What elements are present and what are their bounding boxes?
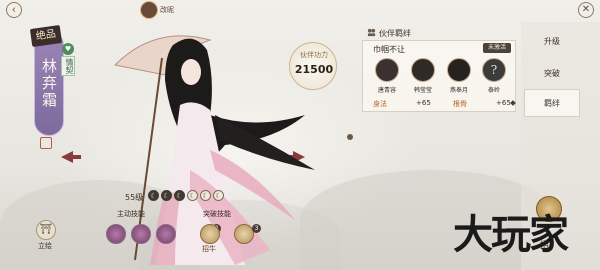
portrait-button[interactable]: ⛩ [36,220,56,240]
stat-name: 身法 [373,100,387,108]
unknown-member-icon[interactable]: ? [482,58,506,82]
breakthrough-count-badge: 3 [252,224,261,233]
active-skill-icon[interactable] [131,224,151,244]
character-name: 林弃霜 [40,58,58,109]
member-avatar[interactable] [447,58,471,82]
star-icon: ☾ [213,190,224,201]
star-icon: ☾ [200,190,211,201]
power-value: 21500 [294,63,334,76]
breakthrough-skill-label: 突破技能 [203,210,231,218]
member-name: 韩莹莹 [413,87,432,94]
previous-character-arrow-icon[interactable] [61,151,81,163]
active-skill-icon[interactable] [106,224,126,244]
member-avatar[interactable] [411,58,435,82]
top-bar: ‹ 改昵 ✕ [0,0,600,20]
bond-panel-title: 伙伴羁绊 [379,29,411,38]
close-button[interactable]: ✕ [578,2,594,18]
portrait-label: 立绘 [38,242,52,250]
star-icon: ☾ [148,190,159,201]
seal-icon [40,137,52,149]
bond-icon [367,28,376,37]
member-name: 泰岭 [487,87,500,94]
power-label: 伙伴功力 [300,51,328,59]
star-icon: ☾ [174,190,185,201]
stat-value: +65 [416,99,431,107]
bond-status-badge: 未激活 [483,43,511,53]
breakthrough-text: 招牛 [202,245,216,253]
player-avatar[interactable] [140,1,158,19]
scroll-indicator [347,134,353,140]
power-badge: 伙伴功力 21500 [289,42,337,90]
active-skill-label: 主动技能 [117,210,145,218]
stat-name: 根骨 [453,100,467,108]
stat-value: +65 [496,99,511,107]
bond-name: 巾帼不让 [373,45,405,54]
character-level: 55级 [125,193,144,202]
player-name: 改昵 [160,6,174,14]
member-name: 唐青容 [377,87,396,94]
breakthrough-skill-icon[interactable] [200,224,220,244]
tab-upgrade[interactable]: 升级 [524,28,580,56]
back-button[interactable]: ‹ [6,2,22,18]
star-icon: ☾ [161,190,172,201]
close-icon: ✕ [581,4,591,15]
watermark-text: 大玩家 [453,212,569,258]
tab-bond[interactable]: 羁绊 [524,89,580,117]
member-avatar[interactable] [375,58,399,82]
active-skill-icon[interactable] [156,224,176,244]
portrait-icon: ⛩ [39,224,53,235]
heart-icon: ♥ [62,43,74,55]
tab-breakthrough[interactable]: 突破 [524,60,580,88]
member-name: 燕奉月 [449,87,468,94]
star-icon: ☾ [187,190,198,201]
breakthrough-skill-icon[interactable] [234,224,254,244]
back-icon: ‹ [11,3,17,16]
